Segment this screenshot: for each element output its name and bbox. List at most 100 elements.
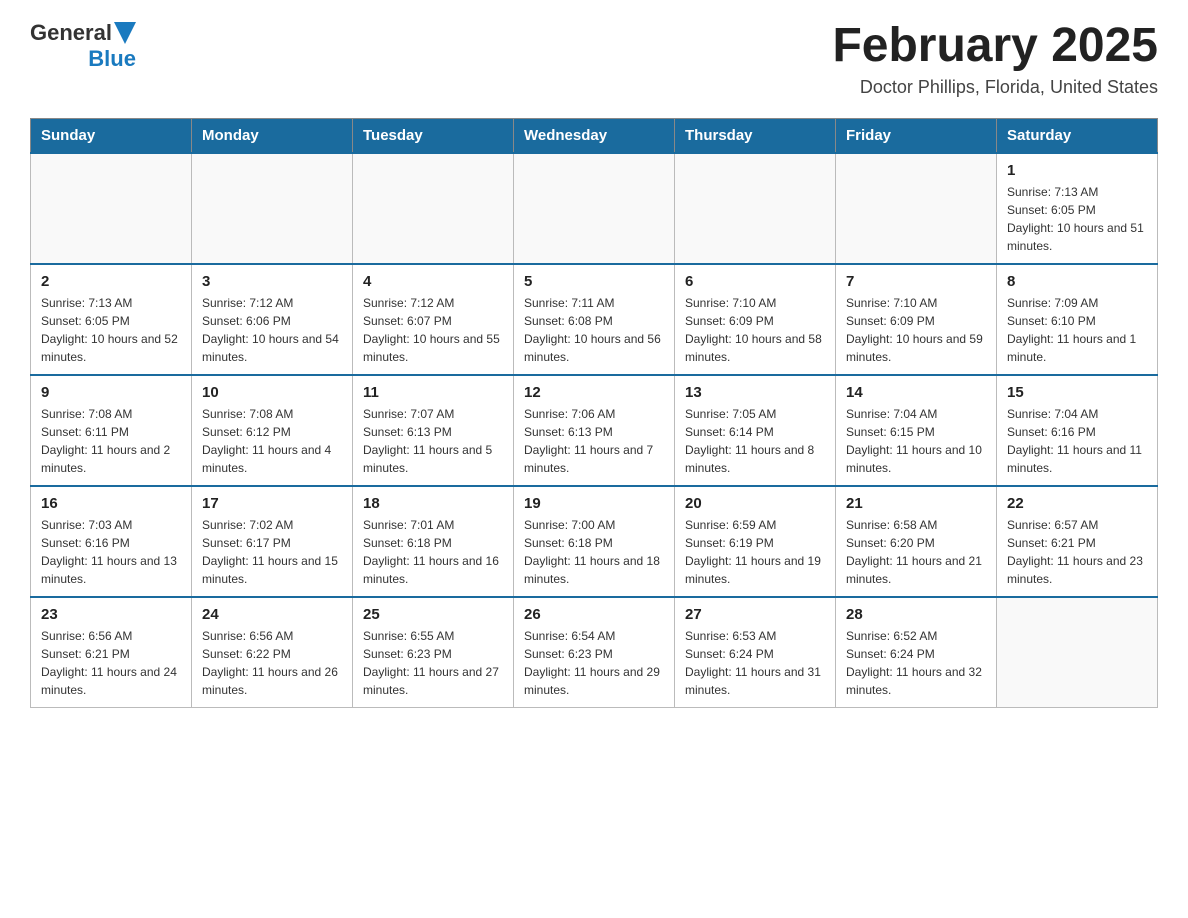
day-info: Sunrise: 6:57 AMSunset: 6:21 PMDaylight:… [1007,516,1147,588]
day-cell [31,153,192,264]
day-number: 17 [202,495,342,512]
day-cell: 3 Sunrise: 7:12 AMSunset: 6:06 PMDaylight… [192,264,353,375]
day-info: Sunrise: 7:11 AMSunset: 6:08 PMDaylight:… [524,294,664,366]
day-cell: 18 Sunrise: 7:01 AMSunset: 6:18 PMDayligh… [353,486,514,597]
header-tuesday: Tuesday [353,118,514,153]
day-cell: 23 Sunrise: 6:56 AMSunset: 6:21 PMDayligh… [31,597,192,708]
day-cell [192,153,353,264]
day-cell: 28 Sunrise: 6:52 AMSunset: 6:24 PMDayligh… [836,597,997,708]
day-cell: 25 Sunrise: 6:55 AMSunset: 6:23 PMDayligh… [353,597,514,708]
day-number: 15 [1007,384,1147,401]
day-info: Sunrise: 7:13 AMSunset: 6:05 PMDaylight:… [41,294,181,366]
header-saturday: Saturday [997,118,1158,153]
day-cell: 1 Sunrise: 7:13 AMSunset: 6:05 PMDaylight… [997,153,1158,264]
logo: General Blue [30,20,136,72]
day-info: Sunrise: 6:58 AMSunset: 6:20 PMDaylight:… [846,516,986,588]
day-info: Sunrise: 7:12 AMSunset: 6:07 PMDaylight:… [363,294,503,366]
day-info: Sunrise: 7:04 AMSunset: 6:16 PMDaylight:… [1007,405,1147,477]
day-info: Sunrise: 7:01 AMSunset: 6:18 PMDaylight:… [363,516,503,588]
day-number: 1 [1007,162,1147,179]
day-cell: 10 Sunrise: 7:08 AMSunset: 6:12 PMDayligh… [192,375,353,486]
day-number: 2 [41,273,181,290]
day-cell: 17 Sunrise: 7:02 AMSunset: 6:17 PMDayligh… [192,486,353,597]
day-info: Sunrise: 7:03 AMSunset: 6:16 PMDaylight:… [41,516,181,588]
day-info: Sunrise: 7:00 AMSunset: 6:18 PMDaylight:… [524,516,664,588]
day-cell: 27 Sunrise: 6:53 AMSunset: 6:24 PMDayligh… [675,597,836,708]
month-title: February 2025 [832,20,1158,73]
logo-triangle-icon [114,22,136,44]
header-friday: Friday [836,118,997,153]
day-cell: 12 Sunrise: 7:06 AMSunset: 6:13 PMDayligh… [514,375,675,486]
day-number: 3 [202,273,342,290]
day-cell: 4 Sunrise: 7:12 AMSunset: 6:07 PMDaylight… [353,264,514,375]
day-cell: 20 Sunrise: 6:59 AMSunset: 6:19 PMDayligh… [675,486,836,597]
header-sunday: Sunday [31,118,192,153]
day-info: Sunrise: 7:02 AMSunset: 6:17 PMDaylight:… [202,516,342,588]
day-info: Sunrise: 7:08 AMSunset: 6:11 PMDaylight:… [41,405,181,477]
day-number: 24 [202,606,342,623]
day-info: Sunrise: 7:04 AMSunset: 6:15 PMDaylight:… [846,405,986,477]
day-info: Sunrise: 6:55 AMSunset: 6:23 PMDaylight:… [363,627,503,699]
day-number: 23 [41,606,181,623]
day-cell: 9Sunrise: 7:08 AMSunset: 6:11 PMDaylight… [31,375,192,486]
day-info: Sunrise: 6:53 AMSunset: 6:24 PMDaylight:… [685,627,825,699]
day-info: Sunrise: 7:06 AMSunset: 6:13 PMDaylight:… [524,405,664,477]
header-monday: Monday [192,118,353,153]
day-number: 11 [363,384,503,401]
day-info: Sunrise: 7:10 AMSunset: 6:09 PMDaylight:… [685,294,825,366]
day-cell: 13Sunrise: 7:05 AMSunset: 6:14 PMDayligh… [675,375,836,486]
day-cell [675,153,836,264]
weekday-header-row: Sunday Monday Tuesday Wednesday Thursday… [31,118,1158,153]
day-cell: 7 Sunrise: 7:10 AMSunset: 6:09 PMDaylight… [836,264,997,375]
calendar-table: Sunday Monday Tuesday Wednesday Thursday… [30,118,1158,708]
day-number: 12 [524,384,664,401]
day-cell: 19Sunrise: 7:00 AMSunset: 6:18 PMDayligh… [514,486,675,597]
day-info: Sunrise: 7:10 AMSunset: 6:09 PMDaylight:… [846,294,986,366]
logo-general: General [30,20,112,46]
week-row-4: 16 Sunrise: 7:03 AMSunset: 6:16 PMDayligh… [31,486,1158,597]
header-wednesday: Wednesday [514,118,675,153]
day-number: 28 [846,606,986,623]
day-cell: 5 Sunrise: 7:11 AMSunset: 6:08 PMDaylight… [514,264,675,375]
day-number: 21 [846,495,986,512]
day-number: 13 [685,384,825,401]
day-number: 7 [846,273,986,290]
page-header: General Blue February 2025 Doctor Philli… [30,20,1158,98]
day-info: Sunrise: 7:13 AMSunset: 6:05 PMDaylight:… [1007,183,1147,255]
day-number: 20 [685,495,825,512]
day-number: 27 [685,606,825,623]
day-cell: 14 Sunrise: 7:04 AMSunset: 6:15 PMDayligh… [836,375,997,486]
day-number: 4 [363,273,503,290]
day-cell: 16 Sunrise: 7:03 AMSunset: 6:16 PMDayligh… [31,486,192,597]
day-cell: 26 Sunrise: 6:54 AMSunset: 6:23 PMDayligh… [514,597,675,708]
day-cell: 24 Sunrise: 6:56 AMSunset: 6:22 PMDayligh… [192,597,353,708]
day-info: Sunrise: 6:52 AMSunset: 6:24 PMDaylight:… [846,627,986,699]
day-info: Sunrise: 6:56 AMSunset: 6:22 PMDaylight:… [202,627,342,699]
day-number: 26 [524,606,664,623]
day-number: 25 [363,606,503,623]
day-info: Sunrise: 6:59 AMSunset: 6:19 PMDaylight:… [685,516,825,588]
day-cell: 8 Sunrise: 7:09 AMSunset: 6:10 PMDaylight… [997,264,1158,375]
day-cell [997,597,1158,708]
day-number: 5 [524,273,664,290]
day-number: 16 [41,495,181,512]
day-info: Sunrise: 6:54 AMSunset: 6:23 PMDaylight:… [524,627,664,699]
day-info: Sunrise: 6:56 AMSunset: 6:21 PMDaylight:… [41,627,181,699]
day-number: 18 [363,495,503,512]
day-info: Sunrise: 7:08 AMSunset: 6:12 PMDaylight:… [202,405,342,477]
day-info: Sunrise: 7:09 AMSunset: 6:10 PMDaylight:… [1007,294,1147,366]
day-cell: 15 Sunrise: 7:04 AMSunset: 6:16 PMDayligh… [997,375,1158,486]
day-cell [836,153,997,264]
day-number: 14 [846,384,986,401]
day-cell [514,153,675,264]
logo-icon: General Blue [30,20,136,72]
day-info: Sunrise: 7:12 AMSunset: 6:06 PMDaylight:… [202,294,342,366]
day-cell: 6Sunrise: 7:10 AMSunset: 6:09 PMDaylight… [675,264,836,375]
day-number: 8 [1007,273,1147,290]
week-row-3: 9Sunrise: 7:08 AMSunset: 6:11 PMDaylight… [31,375,1158,486]
day-number: 10 [202,384,342,401]
week-row-2: 2 Sunrise: 7:13 AMSunset: 6:05 PMDaylight… [31,264,1158,375]
header-thursday: Thursday [675,118,836,153]
day-info: Sunrise: 7:07 AMSunset: 6:13 PMDaylight:… [363,405,503,477]
day-cell: 11 Sunrise: 7:07 AMSunset: 6:13 PMDayligh… [353,375,514,486]
